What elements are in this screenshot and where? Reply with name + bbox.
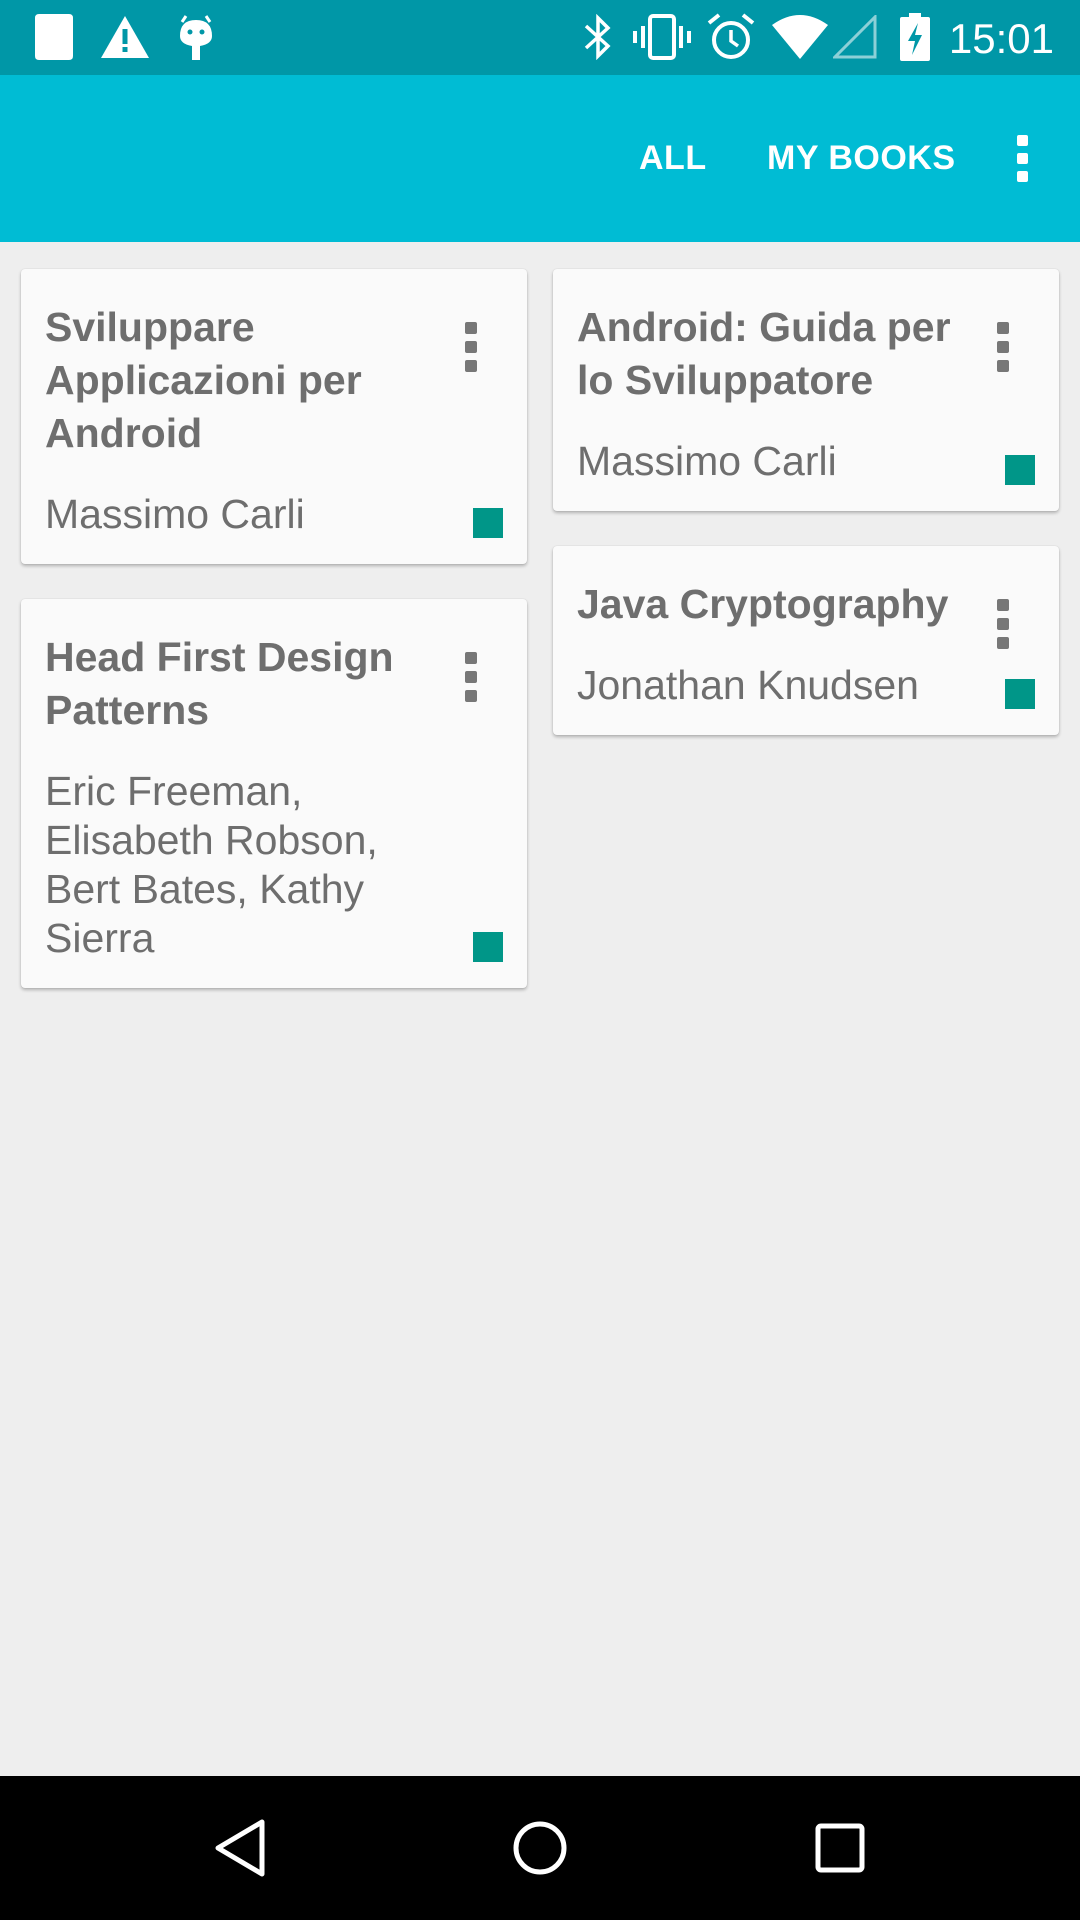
card-more-vert-icon[interactable] bbox=[983, 317, 1023, 377]
status-square bbox=[1005, 679, 1035, 709]
home-icon[interactable] bbox=[490, 1798, 590, 1898]
navigation-bar bbox=[0, 1776, 1080, 1920]
bluetooth-icon bbox=[578, 12, 618, 62]
status-square bbox=[473, 508, 503, 538]
more-vert-icon[interactable] bbox=[982, 118, 1062, 198]
signal-icon bbox=[832, 12, 878, 62]
book-card[interactable]: Android: Guida per lo Sviluppatore Massi… bbox=[553, 269, 1059, 511]
book-title: Java Cryptography bbox=[577, 581, 949, 627]
book-card[interactable]: Java Cryptography Jonathan Knudsen bbox=[553, 546, 1059, 735]
alarm-icon bbox=[706, 12, 756, 62]
book-card[interactable]: Head First Design Patterns Eric Freeman,… bbox=[21, 599, 527, 988]
battery-charging-icon bbox=[898, 12, 932, 62]
vibrate-icon bbox=[632, 12, 692, 62]
status-time: 15:01 bbox=[948, 15, 1054, 62]
android-debug-icon bbox=[176, 12, 216, 62]
book-author: Massimo Carli bbox=[45, 491, 305, 537]
app-bar: ALL MY BOOKS bbox=[0, 75, 1080, 242]
book-author: Massimo Carli bbox=[577, 438, 837, 484]
warning-icon bbox=[100, 12, 150, 62]
wifi-icon bbox=[770, 12, 830, 62]
sd-card-icon bbox=[34, 12, 74, 62]
status-square bbox=[1005, 455, 1035, 485]
book-author: Jonathan Knudsen bbox=[577, 662, 919, 708]
book-card[interactable]: Sviluppare Applicazioni per Android Mass… bbox=[21, 269, 527, 564]
card-more-vert-icon[interactable] bbox=[983, 594, 1023, 654]
card-more-vert-icon[interactable] bbox=[451, 317, 491, 377]
book-author: Eric Freeman, Elisabeth Robson, Bert Bat… bbox=[45, 768, 378, 961]
book-title: Android: Guida per lo Sviluppatore bbox=[577, 304, 951, 403]
status-square bbox=[473, 932, 503, 962]
book-title: Head First Design Patterns bbox=[45, 634, 394, 733]
back-icon[interactable] bbox=[190, 1798, 290, 1898]
card-more-vert-icon[interactable] bbox=[451, 647, 491, 707]
book-title: Sviluppare Applicazioni per Android bbox=[45, 304, 362, 456]
tab-all[interactable]: ALL bbox=[639, 75, 707, 242]
recents-icon[interactable] bbox=[790, 1798, 890, 1898]
tab-my-books[interactable]: MY BOOKS bbox=[767, 75, 956, 242]
status-bar: 15:01 bbox=[0, 0, 1080, 75]
